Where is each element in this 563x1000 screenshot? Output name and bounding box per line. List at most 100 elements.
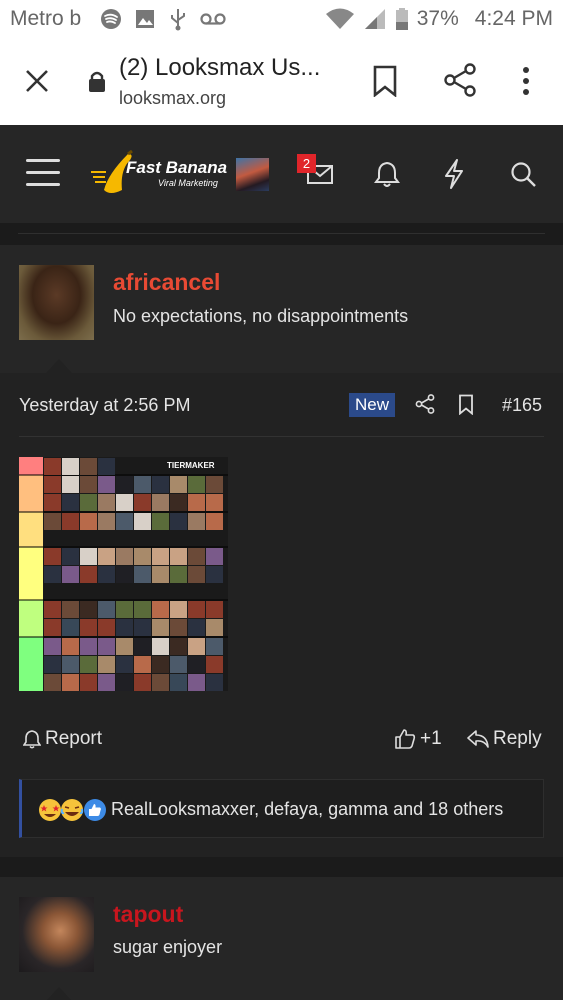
close-icon[interactable] [22, 66, 52, 96]
bookmark-icon[interactable] [372, 65, 398, 97]
tier-thumbnail [62, 476, 79, 493]
lightning-bolt-icon[interactable] [443, 159, 465, 189]
post-number[interactable]: #165 [502, 395, 542, 416]
post-user-title: sugar enjoyer [113, 937, 223, 957]
tier-thumbnail [116, 566, 133, 583]
tier-thumbnail [98, 513, 115, 530]
like-button[interactable]: +1 [394, 728, 442, 750]
reaction-icons [39, 799, 106, 821]
tier-thumbnail [170, 601, 187, 618]
tier-thumbnail [98, 476, 115, 493]
tier-thumbnail [80, 656, 97, 673]
avatar[interactable] [19, 265, 94, 340]
tier-thumbnail [134, 548, 151, 565]
like-count: +1 [420, 728, 442, 749]
tier-thumbnail [116, 638, 133, 655]
tier-thumbnail [98, 674, 115, 691]
wifi-icon [325, 8, 354, 29]
reactions-bar[interactable]: RealLooksmaxxer, defaya, gamma and 18 ot… [19, 779, 544, 838]
clock: 4:24 PM [474, 7, 553, 30]
tier-thumbnail [188, 656, 205, 673]
site-header: Fast Banana Viral Marketing 2 [0, 125, 563, 223]
bookmark-icon[interactable] [458, 394, 474, 415]
account-avatar[interactable] [236, 158, 269, 191]
tier-thumbnail [44, 601, 61, 618]
user-arrow-pointer [46, 987, 72, 1000]
spotify-icon [101, 9, 121, 29]
site-logo[interactable]: Fast Banana Viral Marketing [90, 150, 227, 198]
tier-thumbnail [44, 619, 61, 636]
tier-thumbnail [134, 601, 151, 618]
tier-thumbnail [98, 601, 115, 618]
tier-thumbnail [206, 494, 223, 511]
tier-list-graphic [19, 457, 228, 691]
tier-thumbnail [188, 513, 205, 530]
tier-thumbnail [152, 513, 169, 530]
tier-thumbnail [116, 656, 133, 673]
user-arrow-pointer [46, 359, 72, 373]
tier-thumbnail [98, 566, 115, 583]
laughing-emoji-icon [60, 799, 84, 821]
tier-thumbnail [134, 476, 151, 493]
bell-icon [23, 730, 41, 749]
status-bar: Metro b 37% 4:24 PM [0, 0, 563, 38]
tier-thumbnail [62, 494, 79, 511]
tier-thumbnail [116, 548, 133, 565]
more-vertical-icon[interactable] [514, 65, 538, 97]
tier-thumbnail [206, 548, 223, 565]
reply-label: Reply [493, 728, 542, 749]
tier-thumbnail [170, 619, 187, 636]
url-display[interactable]: looksmax.org [119, 88, 226, 109]
tier-thumbnail [134, 494, 151, 511]
tier-thumbnail [134, 566, 151, 583]
tier-thumbnail [44, 548, 61, 565]
usb-icon [171, 9, 185, 31]
tier-thumbnail [44, 476, 61, 493]
reply-arrow-icon [467, 730, 489, 748]
bell-icon[interactable] [374, 160, 400, 188]
post-user-title: No expectations, no disappointments [113, 306, 409, 326]
tier-thumbnail [116, 619, 133, 636]
avatar[interactable] [19, 897, 94, 972]
tier-thumbnail [44, 674, 61, 691]
tier-thumbnail [152, 619, 169, 636]
tier-thumbnail [116, 601, 133, 618]
reply-button[interactable]: Reply [467, 728, 542, 750]
battery-percent: 37% [416, 7, 459, 30]
tier-thumbnail [206, 476, 223, 493]
tier-thumbnail [206, 513, 223, 530]
star-eyes-emoji-icon [39, 799, 61, 821]
post-username[interactable]: tapout [113, 901, 183, 928]
tier-thumbnail [206, 656, 223, 673]
tier-thumbnail [80, 548, 97, 565]
tier-thumbnail [98, 619, 115, 636]
voicemail-icon [200, 13, 226, 25]
post-username[interactable]: africancel [113, 269, 220, 296]
tier-thumbnail [206, 619, 223, 636]
forum-post: africancel No expectations, no disappoin… [0, 245, 563, 857]
thumbs-up-icon [395, 729, 416, 749]
tier-thumbnail [134, 656, 151, 673]
report-button[interactable]: Report [23, 728, 102, 750]
logo-subtitle: Viral Marketing [158, 178, 218, 188]
gallery-icon [136, 10, 154, 28]
search-icon[interactable] [509, 160, 537, 188]
share-icon[interactable] [443, 63, 477, 97]
tier-thumbnail [80, 494, 97, 511]
tier-thumbnail [170, 674, 187, 691]
tier-thumbnail [62, 548, 79, 565]
tier-thumbnail [188, 601, 205, 618]
tier-thumbnail [134, 513, 151, 530]
report-label: Report [45, 728, 103, 749]
share-icon[interactable] [415, 394, 435, 414]
menu-icon[interactable] [26, 159, 60, 187]
tier-thumbnail [152, 548, 169, 565]
tier-thumbnail [152, 476, 169, 493]
reactions-summary[interactable]: RealLooksmaxxer, defaya, gamma and 18 ot… [111, 799, 503, 820]
tier-thumbnail [80, 566, 97, 583]
tier-thumbnail [170, 638, 187, 655]
post-date[interactable]: Yesterday at 2:56 PM [19, 395, 190, 416]
tier-thumbnail [116, 494, 133, 511]
tier-list-image[interactable]: TIERMAKER [19, 457, 228, 691]
tier-thumbnail [98, 548, 115, 565]
